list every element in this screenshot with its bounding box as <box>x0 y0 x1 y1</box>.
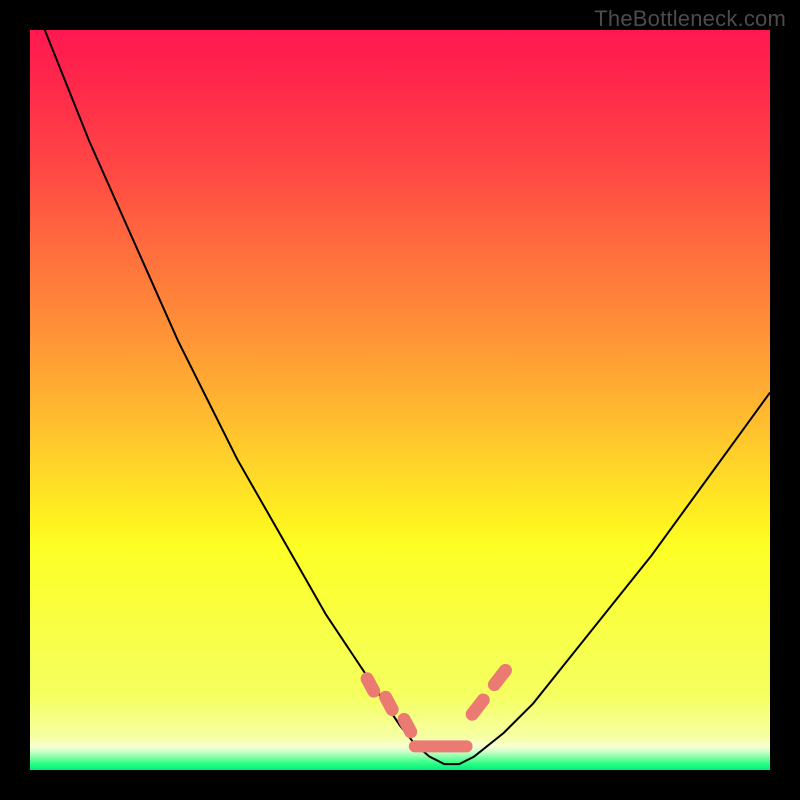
chart-frame: TheBottleneck.com <box>0 0 800 800</box>
bottleneck-curve <box>30 30 770 770</box>
watermark-text: TheBottleneck.com <box>594 6 786 32</box>
